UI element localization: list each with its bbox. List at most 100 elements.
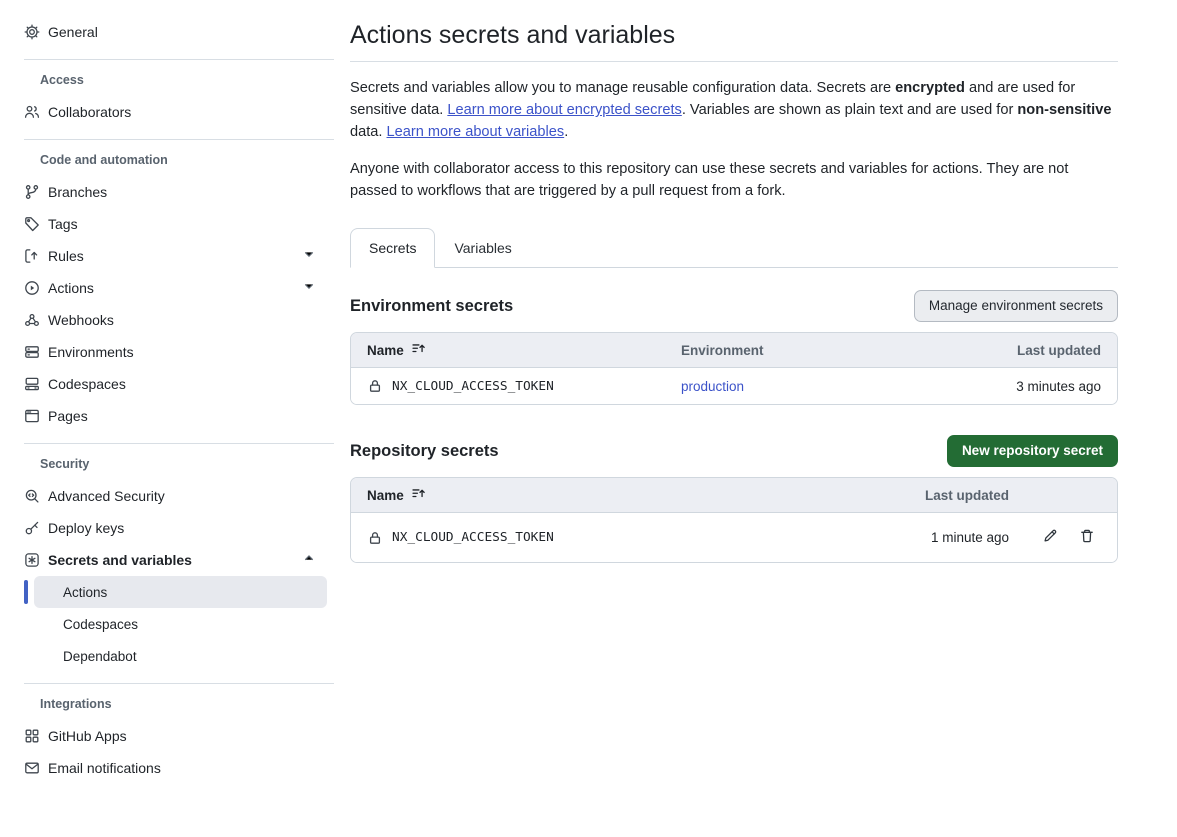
- sort-ascending-icon: [411, 486, 426, 504]
- repository-table-header: Name Last updated: [351, 478, 1117, 513]
- secrets-variables-tabs: Secrets Variables: [350, 228, 1118, 268]
- settings-sidebar: General Access Collaborators Code and au…: [0, 0, 334, 784]
- intro-text: data.: [350, 124, 387, 140]
- active-indicator: [24, 580, 28, 604]
- sidebar-item-label: Branches: [48, 184, 107, 200]
- sidebar-item-label: Pages: [48, 408, 88, 424]
- sidebar-item-label: Rules: [48, 248, 84, 264]
- collaborator-paragraph: Anyone with collaborator access to this …: [350, 158, 1118, 202]
- tab-variables[interactable]: Variables: [435, 228, 530, 267]
- sidebar-item-label: Advanced Security: [48, 488, 165, 504]
- main-content: Actions secrets and variables Secrets an…: [350, 20, 1118, 563]
- sidebar-divider: [24, 59, 334, 60]
- sidebar-item-actions[interactable]: Actions: [24, 272, 326, 304]
- sidebar-divider: [24, 683, 334, 684]
- git-branch-icon: [24, 184, 40, 200]
- column-label: Name: [367, 343, 404, 358]
- column-header-name[interactable]: Name: [367, 486, 833, 504]
- sidebar-subitem-codespaces[interactable]: Codespaces: [34, 608, 327, 640]
- sidebar-section-access: Access: [40, 71, 334, 89]
- mail-icon: [24, 760, 40, 776]
- sidebar-item-email-notifications[interactable]: Email notifications: [24, 752, 326, 784]
- environment-secrets-heading: Environment secrets: [350, 297, 513, 316]
- apps-icon: [24, 728, 40, 744]
- intro-paragraph: Secrets and variables allow you to manag…: [350, 77, 1118, 143]
- edit-secret-button[interactable]: [1042, 528, 1058, 547]
- pencil-icon: [1042, 528, 1058, 547]
- last-updated-value: 3 minutes ago: [941, 379, 1101, 394]
- play-icon: [24, 280, 40, 296]
- sort-ascending-icon: [411, 341, 426, 359]
- sidebar-item-pages[interactable]: Pages: [24, 400, 326, 432]
- page-title: Actions secrets and variables: [350, 20, 1118, 62]
- trash-icon: [1079, 528, 1095, 547]
- column-header-environment: Environment: [681, 343, 941, 358]
- intro-bold-encrypted: encrypted: [895, 80, 965, 96]
- table-row: NX_CLOUD_ACCESS_TOKEN 1 minute ago: [351, 513, 1117, 562]
- key-icon: [24, 520, 40, 536]
- column-label: Name: [367, 488, 404, 503]
- browser-icon: [24, 408, 40, 424]
- sidebar-divider: [24, 443, 334, 444]
- sidebar-item-codespaces[interactable]: Codespaces: [24, 368, 326, 400]
- table-row: NX_CLOUD_ACCESS_TOKEN production 3 minut…: [351, 368, 1117, 404]
- new-repository-secret-button[interactable]: New repository secret: [947, 435, 1118, 467]
- sidebar-item-secrets-and-variables[interactable]: Secrets and variables: [24, 544, 326, 576]
- sidebar-item-tags[interactable]: Tags: [24, 208, 326, 240]
- sidebar-item-label: Environments: [48, 344, 134, 360]
- last-updated-value: 1 minute ago: [833, 530, 1009, 545]
- codespaces-icon: [24, 376, 40, 392]
- sidebar-item-github-apps[interactable]: GitHub Apps: [24, 720, 326, 752]
- intro-text: Secrets and variables allow you to manag…: [350, 80, 895, 96]
- sidebar-item-deploy-keys[interactable]: Deploy keys: [24, 512, 326, 544]
- sidebar-subitem-dependabot[interactable]: Dependabot: [34, 640, 327, 672]
- link-learn-variables[interactable]: Learn more about variables: [387, 124, 565, 140]
- manage-environment-secrets-button[interactable]: Manage environment secrets: [914, 290, 1118, 322]
- sidebar-section-code-and-automation: Code and automation: [40, 151, 334, 169]
- intro-bold-non-sensitive: non-sensitive: [1017, 102, 1111, 118]
- sidebar-item-label: Webhooks: [48, 312, 114, 328]
- sidebar-item-label: Deploy keys: [48, 520, 124, 536]
- sidebar-divider: [24, 139, 334, 140]
- sidebar-item-label: Email notifications: [48, 760, 161, 776]
- sidebar-item-label: GitHub Apps: [48, 728, 127, 744]
- intro-text: . Variables are shown as plain text and …: [682, 102, 1018, 118]
- sidebar-section-integrations: Integrations: [40, 695, 334, 713]
- people-icon: [24, 104, 40, 120]
- sidebar-item-general[interactable]: General: [24, 16, 326, 48]
- sidebar-item-environments[interactable]: Environments: [24, 336, 326, 368]
- sidebar-item-webhooks[interactable]: Webhooks: [24, 304, 326, 336]
- sidebar-item-branches[interactable]: Branches: [24, 176, 326, 208]
- webhook-icon: [24, 312, 40, 328]
- sidebar-subitem-actions[interactable]: Actions: [34, 576, 327, 608]
- sidebar-item-advanced-security[interactable]: Advanced Security: [24, 480, 326, 512]
- chevron-down-icon: [302, 279, 316, 298]
- sidebar-item-label: Tags: [48, 216, 78, 232]
- chevron-down-icon: [302, 247, 316, 266]
- sidebar-item-label: Dependabot: [63, 649, 137, 664]
- secret-name: NX_CLOUD_ACCESS_TOKEN: [392, 530, 554, 545]
- sidebar-item-label: General: [48, 24, 98, 40]
- chevron-up-icon: [302, 551, 316, 570]
- secret-name: NX_CLOUD_ACCESS_TOKEN: [392, 379, 554, 394]
- environment-secrets-table: Name Environment Last updated NX_CLOUD_A…: [350, 332, 1118, 405]
- repository-secrets-table: Name Last updated NX_CLOUD_ACCESS_TOKEN …: [350, 477, 1118, 563]
- intro-text: .: [564, 124, 568, 140]
- lock-icon: [367, 378, 383, 394]
- rules-icon: [24, 248, 40, 264]
- column-header-last-updated: Last updated: [941, 343, 1101, 358]
- link-learn-encrypted-secrets[interactable]: Learn more about encrypted secrets: [447, 102, 681, 118]
- sidebar-item-label: Secrets and variables: [48, 552, 192, 568]
- lock-icon: [367, 530, 383, 546]
- asterisk-box-icon: [24, 552, 40, 568]
- environment-link-production[interactable]: production: [681, 379, 744, 394]
- tab-secrets[interactable]: Secrets: [350, 228, 435, 268]
- column-header-name[interactable]: Name: [367, 341, 681, 359]
- sidebar-item-label: Actions: [63, 585, 107, 600]
- delete-secret-button[interactable]: [1079, 528, 1095, 547]
- codescan-icon: [24, 488, 40, 504]
- sidebar-item-collaborators[interactable]: Collaborators: [24, 96, 326, 128]
- environment-table-header: Name Environment Last updated: [351, 333, 1117, 368]
- sidebar-item-rules[interactable]: Rules: [24, 240, 326, 272]
- repository-secrets-heading: Repository secrets: [350, 442, 499, 461]
